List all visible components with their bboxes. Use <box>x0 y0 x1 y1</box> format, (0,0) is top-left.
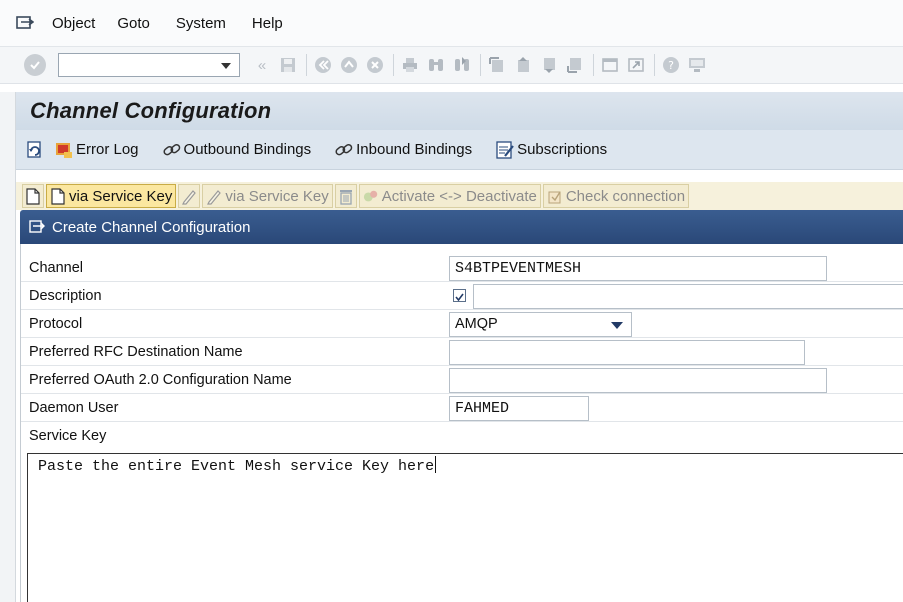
page-title: Channel Configuration <box>30 98 272 123</box>
protocol-label: Protocol <box>29 316 83 332</box>
edit-button[interactable] <box>178 184 201 208</box>
inbound-bindings-button[interactable]: Inbound Bindings <box>333 139 472 161</box>
new-document-icon <box>50 187 66 205</box>
enter-check-icon[interactable] <box>24 54 46 76</box>
create-via-service-key-button[interactable]: via Service Key <box>46 184 177 208</box>
menu-system[interactable]: System <box>176 15 226 32</box>
menu-bar: Object Goto System Help <box>0 0 903 46</box>
protocol-select[interactable]: AMQP <box>449 312 632 337</box>
toolbar-separator <box>480 54 481 76</box>
check-connection-icon <box>547 187 563 205</box>
save-icon[interactable] <box>278 55 298 75</box>
exit-form-icon <box>28 218 46 236</box>
cancel-icon[interactable] <box>365 55 385 75</box>
pencil-icon <box>181 187 197 205</box>
description-label: Description <box>29 288 102 304</box>
text-caret <box>435 456 437 473</box>
outbound-bindings-button[interactable]: Outbound Bindings <box>161 139 312 161</box>
channel-input[interactable]: S4BTPEVENTMESH <box>449 256 827 281</box>
check-connection-button[interactable]: Check connection <box>542 184 690 208</box>
subscriptions-label: Subscriptions <box>517 141 608 158</box>
daemon-user-row: Daemon User FAHMED <box>21 394 903 422</box>
channel-label: Channel <box>29 260 84 276</box>
activate-deactivate-label: Activate <-> Deactivate <box>381 187 537 205</box>
first-page-icon[interactable] <box>487 55 507 75</box>
subscriptions-button[interactable]: Subscriptions <box>494 139 607 161</box>
find-next-icon[interactable] <box>452 55 472 75</box>
command-field[interactable] <box>58 53 240 77</box>
oauth-config-input[interactable] <box>449 368 827 393</box>
menu-goto[interactable]: Goto <box>117 15 150 32</box>
find-icon[interactable] <box>426 55 446 75</box>
service-key-row: Service Key <box>21 422 903 450</box>
customize-layout-icon[interactable] <box>687 55 707 75</box>
activate-deactivate-button[interactable]: Activate <-> Deactivate <box>358 184 541 208</box>
back-icon[interactable] <box>313 55 333 75</box>
system-menu-icon[interactable] <box>14 12 36 34</box>
menu-object[interactable]: Object <box>52 15 95 32</box>
channel-row: Channel S4BTPEVENTMESH <box>21 254 903 282</box>
subscriptions-icon <box>494 139 516 161</box>
description-row: Description <box>21 282 903 310</box>
toolbar-separator <box>654 54 655 76</box>
form-header-title: Create Channel Configuration <box>52 218 251 236</box>
oauth-config-label: Preferred OAuth 2.0 Configuration Name <box>29 372 292 388</box>
error-log-button[interactable]: Error Log <box>53 139 139 161</box>
form-body: Channel S4BTPEVENTMESH Description Proto… <box>20 244 903 602</box>
previous-page-icon[interactable] <box>513 55 533 75</box>
trash-icon <box>338 187 354 205</box>
print-icon[interactable] <box>400 55 420 75</box>
create-button[interactable] <box>22 184 44 208</box>
form-header: Create Channel Configuration <box>20 210 903 244</box>
edit-via-service-key-label: via Service Key <box>225 187 329 205</box>
next-page-icon[interactable] <box>539 55 559 75</box>
chevron-down-icon[interactable] <box>611 322 623 329</box>
daemon-user-label: Daemon User <box>29 400 119 416</box>
inbound-bindings-label: Inbound Bindings <box>356 141 473 158</box>
link-icon <box>333 139 355 161</box>
last-page-icon[interactable] <box>565 55 585 75</box>
activate-toggle-icon <box>363 187 379 205</box>
error-log-label: Error Log <box>76 141 139 158</box>
refresh-icon <box>24 139 46 161</box>
oauth-config-row: Preferred OAuth 2.0 Configuration Name <box>21 366 903 394</box>
chevron-down-icon[interactable] <box>221 63 231 69</box>
rfc-destination-label: Preferred RFC Destination Name <box>29 344 243 360</box>
description-input[interactable] <box>473 284 903 309</box>
rfc-destination-input[interactable] <box>449 340 805 365</box>
new-session-icon[interactable] <box>600 55 620 75</box>
grid-toolbar: via Service Key via Service Key Activate… <box>16 182 903 210</box>
service-key-text: Paste the entire Event Mesh service Key … <box>38 458 435 475</box>
svg-text:?: ? <box>668 59 674 72</box>
edit-via-service-key-button[interactable]: via Service Key <box>202 184 333 208</box>
link-icon <box>161 139 183 161</box>
toolbar-separator <box>393 54 394 76</box>
shortcut-icon[interactable] <box>626 55 646 75</box>
protocol-value: AMQP <box>455 316 498 332</box>
error-log-icon <box>53 139 75 161</box>
service-key-textarea[interactable]: Paste the entire Event Mesh service Key … <box>27 453 903 602</box>
pencil-icon <box>206 187 222 205</box>
protocol-row: Protocol AMQP <box>21 310 903 338</box>
double-chevron-left-icon: « <box>257 56 267 74</box>
exit-icon[interactable] <box>339 55 359 75</box>
application-toolbar: Error Log Outbound Bindings Inbound Bind… <box>16 130 903 170</box>
delete-button[interactable] <box>334 184 357 208</box>
create-via-service-key-label: via Service Key <box>69 187 173 205</box>
check-connection-label: Check connection <box>565 187 686 205</box>
service-key-label: Service Key <box>29 428 107 444</box>
description-checkbox[interactable] <box>453 289 466 302</box>
title-bar: Channel Configuration <box>16 92 903 130</box>
menu-help[interactable]: Help <box>252 15 283 32</box>
daemon-user-input[interactable]: FAHMED <box>449 396 589 421</box>
help-icon[interactable]: ? <box>661 55 681 75</box>
refresh-button[interactable] <box>24 139 47 161</box>
standard-toolbar: « ? <box>0 46 903 84</box>
toolbar-separator <box>593 54 594 76</box>
rfc-destination-row: Preferred RFC Destination Name <box>21 338 903 366</box>
new-document-icon <box>25 187 41 205</box>
outbound-bindings-label: Outbound Bindings <box>183 141 312 158</box>
toolbar-separator <box>306 54 307 76</box>
left-gutter <box>0 92 16 602</box>
